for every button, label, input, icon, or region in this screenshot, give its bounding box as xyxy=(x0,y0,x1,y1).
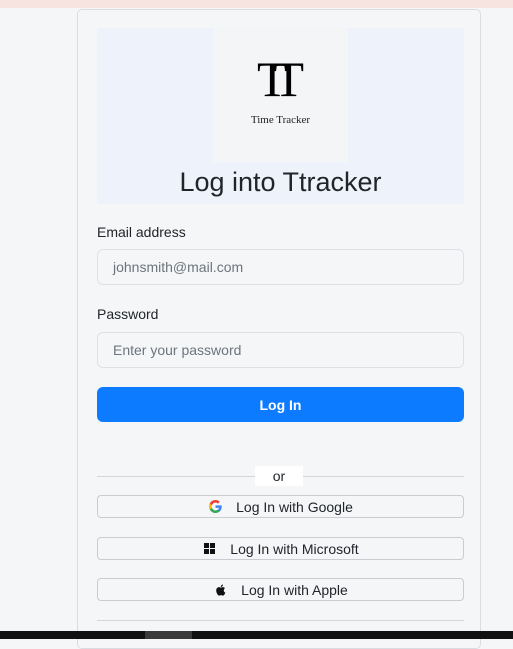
google-login-label: Log In with Google xyxy=(236,498,353,515)
microsoft-login-button[interactable]: Log In with Microsoft xyxy=(97,537,464,560)
or-divider-text: or xyxy=(255,466,303,486)
logo-mark: TT xyxy=(256,51,304,107)
taskbar-item[interactable] xyxy=(145,631,192,639)
microsoft-login-label: Log In with Microsoft xyxy=(230,540,359,557)
apple-login-button[interactable]: Log In with Apple xyxy=(97,578,464,601)
google-login-button[interactable]: Log In with Google xyxy=(97,495,464,518)
apple-icon xyxy=(213,583,227,597)
password-field[interactable]: Enter your password xyxy=(97,332,464,368)
apple-login-label: Log In with Apple xyxy=(241,581,348,598)
windows-icon xyxy=(202,542,216,556)
email-placeholder: johnsmith@mail.com xyxy=(113,259,244,275)
login-card: TT Time Tracker Log into Ttracker Email … xyxy=(77,9,481,649)
taskbar xyxy=(0,631,513,639)
login-header: TT Time Tracker Log into Ttracker xyxy=(97,28,464,204)
app-logo: TT Time Tracker xyxy=(213,28,348,162)
page-title: Log into Ttracker xyxy=(179,167,382,197)
password-label: Password xyxy=(97,306,159,322)
password-placeholder: Enter your password xyxy=(113,342,242,358)
google-icon xyxy=(208,500,222,514)
top-strip xyxy=(0,0,513,8)
logo-subtitle: Time Tracker xyxy=(250,114,311,126)
login-button[interactable]: Log In xyxy=(97,387,464,422)
email-field[interactable]: johnsmith@mail.com xyxy=(97,249,464,285)
email-label: Email address xyxy=(97,224,186,240)
bottom-divider xyxy=(97,620,464,621)
